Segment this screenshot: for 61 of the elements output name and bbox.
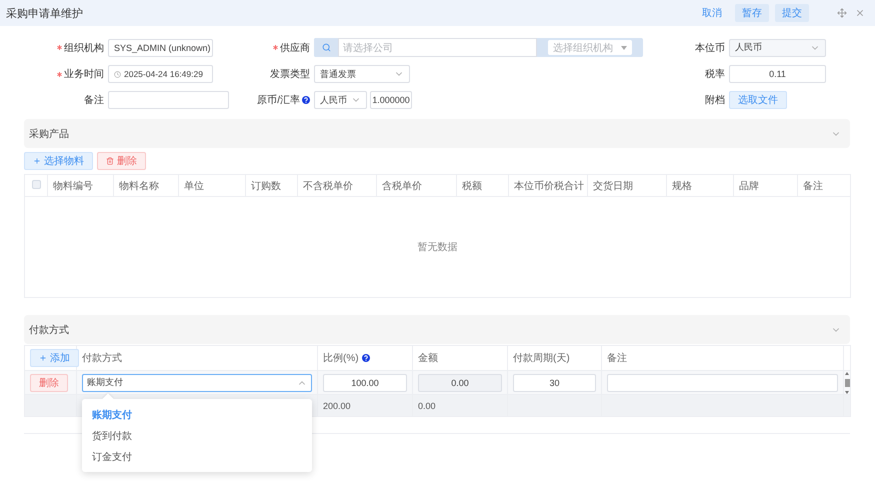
column-header: 不含税单价 — [298, 174, 376, 196]
column-header: 品牌 — [734, 174, 798, 196]
column-header: 税额 — [456, 174, 508, 196]
move-icon[interactable] — [837, 8, 847, 18]
empty-text: 暂无数据 — [418, 242, 458, 253]
field-label: 附档 — [705, 94, 725, 107]
column-header: 付款周期(天) — [513, 352, 570, 365]
rate-field[interactable]: 1.000000 — [370, 91, 412, 109]
required-icon — [57, 72, 62, 76]
summary-value: 200.00 — [323, 400, 351, 410]
currency-select[interactable]: 人民币 — [314, 91, 367, 109]
search-icon[interactable] — [322, 43, 330, 52]
field-label: 本位币 — [695, 42, 725, 54]
dropdown-option[interactable]: 订金支付 — [82, 446, 312, 467]
column-header: 备注 — [607, 352, 627, 365]
field-label: 发票类型 — [270, 68, 310, 81]
caret-icon — [621, 46, 627, 50]
field-label: 业务时间 — [64, 68, 104, 81]
org-select[interactable]: SYS_ADMIN (unknown) — [108, 38, 213, 56]
field-label: 供应商 — [280, 42, 310, 54]
field-label: 组织机构 — [64, 42, 104, 54]
org-placeholder: 选择组织机构 — [553, 42, 613, 54]
column-header: 物料名称 — [114, 174, 178, 196]
field-label: 税率 — [705, 68, 725, 81]
summary-value: 0.00 — [418, 400, 436, 410]
section-title: 采购产品 — [29, 128, 69, 140]
payment-method-select[interactable]: 账期支付 — [82, 374, 312, 392]
checkbox[interactable] — [32, 180, 40, 188]
column-header: 含税单价 — [376, 174, 456, 196]
ratio-field[interactable]: 100.00 — [323, 374, 407, 392]
column-header: 规格 — [666, 174, 734, 196]
column-header: 比例(%) — [323, 352, 359, 365]
section-title: 付款方式 — [29, 324, 69, 336]
amount-field: 0.00 — [418, 374, 502, 392]
tax-rate-field[interactable]: 0.11 — [729, 65, 826, 83]
field-label: 备注 — [84, 94, 104, 107]
column-header: 本位币价税合计 — [508, 174, 588, 196]
column-header: 物料编号 — [48, 174, 114, 196]
window-title: 采购申请单维护 — [6, 6, 84, 20]
remark-field[interactable] — [108, 91, 229, 109]
clock-icon — [114, 70, 121, 78]
select-field[interactable]: 人民币 — [729, 38, 826, 56]
column-header: 单位 — [178, 174, 246, 196]
placeholder-text: 请选择公司 — [343, 42, 393, 54]
remark-field[interactable] — [607, 374, 838, 392]
plus-icon — [33, 157, 41, 165]
period-field[interactable]: 30 — [513, 374, 596, 392]
field-label: 原币/汇率 — [257, 94, 300, 107]
close-icon[interactable] — [855, 8, 865, 18]
column-header: 交货日期 — [588, 174, 666, 196]
column-header: 备注 — [798, 174, 850, 196]
required-icon — [273, 45, 278, 50]
column-header: 付款方式 — [82, 352, 122, 365]
select-field[interactable]: 普通发票 — [314, 65, 410, 83]
column-header: 订购数 — [246, 174, 298, 196]
date-field[interactable]: 2025-04-24 16:49:29 — [108, 65, 213, 83]
column-header: 金额 — [418, 352, 438, 365]
required-icon — [57, 45, 62, 50]
dropdown-option[interactable]: 货到付款 — [82, 425, 312, 446]
plus-icon — [39, 354, 47, 362]
trash-icon — [106, 157, 114, 165]
